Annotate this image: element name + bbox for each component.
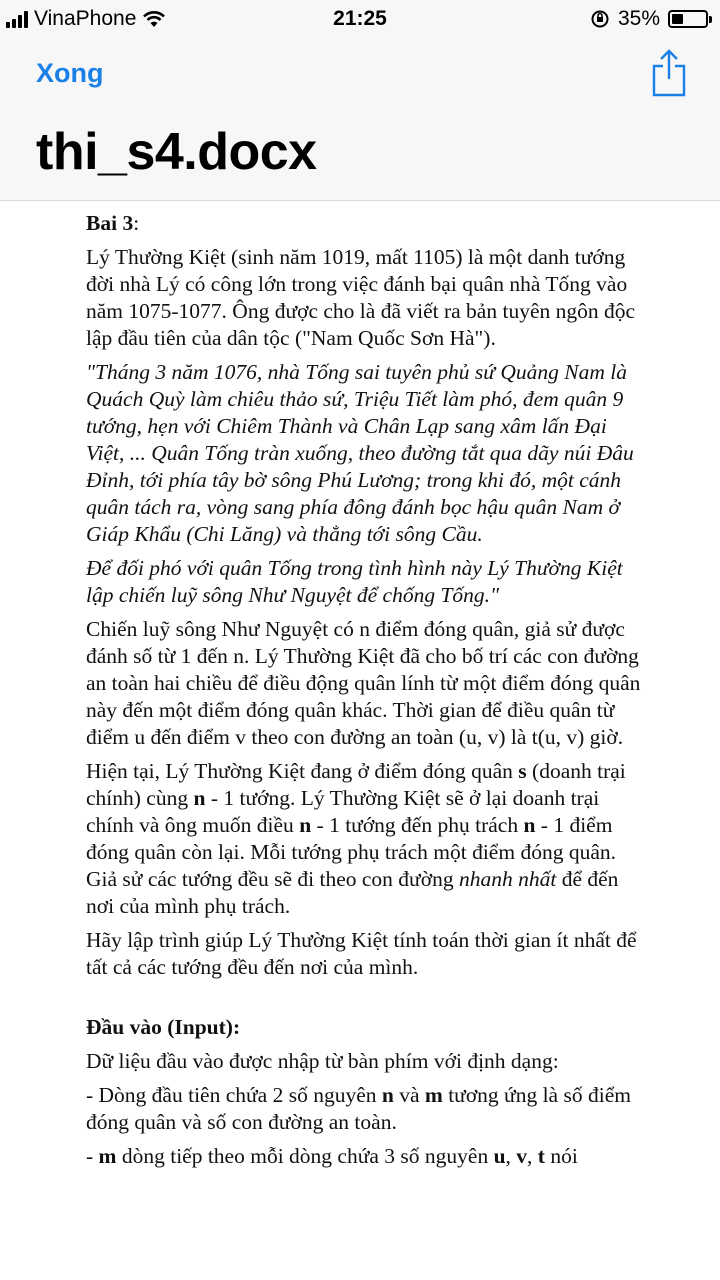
- problem-heading-label: Bai 3: [86, 211, 134, 235]
- done-button[interactable]: Xong: [36, 58, 104, 89]
- var-t: t: [537, 1144, 545, 1168]
- status-bar: VinaPhone 21:25 35%: [0, 0, 720, 38]
- task-paragraph: Hãy lập trình giúp Lý Thường Kiệt tính t…: [86, 928, 637, 979]
- quote-paragraph-1: "Tháng 3 năm 1076, nhà Tống sai tuyên ph…: [86, 360, 634, 546]
- text-run: Hiện tại, Lý Thường Kiệt đang ở điểm đón…: [86, 759, 519, 783]
- page-title: thi_s4.docx: [36, 123, 317, 181]
- quote-paragraph-2: Để đối phó với quân Tống trong tình hình…: [86, 556, 623, 607]
- text-run: - Dòng đầu tiên chứa 2 số nguyên: [86, 1083, 382, 1107]
- var-m: m: [98, 1144, 117, 1168]
- text-run: ,: [505, 1144, 517, 1168]
- document-content: Bai 3: Lý Thường Kiệt (sinh năm 1019, mấ…: [86, 210, 646, 1177]
- var-s: s: [518, 759, 527, 783]
- battery-icon: [668, 10, 712, 28]
- roads-paragraph: Chiến luỹ sông Như Nguyệt có n điểm đóng…: [86, 617, 641, 749]
- input-heading: Đầu vào (Input):: [86, 1014, 646, 1041]
- emphasis-fastest: nhanh nhất: [458, 867, 557, 891]
- var-n: n: [193, 786, 206, 810]
- generals-paragraph: Hiện tại, Lý Thường Kiệt đang ở điểm đón…: [86, 758, 646, 920]
- share-icon[interactable]: [650, 48, 688, 98]
- var-n: n: [523, 813, 536, 837]
- navigation-header: VinaPhone 21:25 35% Xong thi_s4.docx: [0, 0, 720, 201]
- input-line-2: - m dòng tiếp theo mỗi dòng chứa 3 số ng…: [86, 1143, 646, 1170]
- text-run: dòng tiếp theo mỗi dòng chứa 3 số nguyên: [116, 1144, 494, 1168]
- text-run: ,: [527, 1144, 538, 1168]
- var-v: v: [516, 1144, 528, 1168]
- input-line-1: - Dòng đầu tiên chứa 2 số nguyên n và m …: [86, 1082, 646, 1136]
- problem-heading-suffix: :: [133, 211, 140, 235]
- text-run: -: [86, 1144, 99, 1168]
- problem-heading: Bai 3:: [86, 210, 646, 237]
- input-description: Dữ liệu đầu vào được nhập từ bàn phím vớ…: [86, 1049, 559, 1073]
- status-right: 35%: [590, 7, 712, 31]
- var-m: m: [424, 1083, 443, 1107]
- intro-paragraph: Lý Thường Kiệt (sinh năm 1019, mất 1105)…: [86, 245, 636, 350]
- battery-level: [672, 14, 683, 24]
- text-run: nói: [544, 1144, 578, 1168]
- text-run: - 1 tướng đến phụ trách: [311, 813, 524, 837]
- orientation-lock-icon: [591, 10, 609, 28]
- text-run: và: [393, 1083, 425, 1107]
- input-heading-label: Đầu vào (Input):: [86, 1015, 241, 1039]
- var-u: u: [493, 1144, 506, 1168]
- var-n: n: [299, 813, 312, 837]
- battery-percent: 35%: [617, 7, 660, 30]
- var-n: n: [381, 1083, 394, 1107]
